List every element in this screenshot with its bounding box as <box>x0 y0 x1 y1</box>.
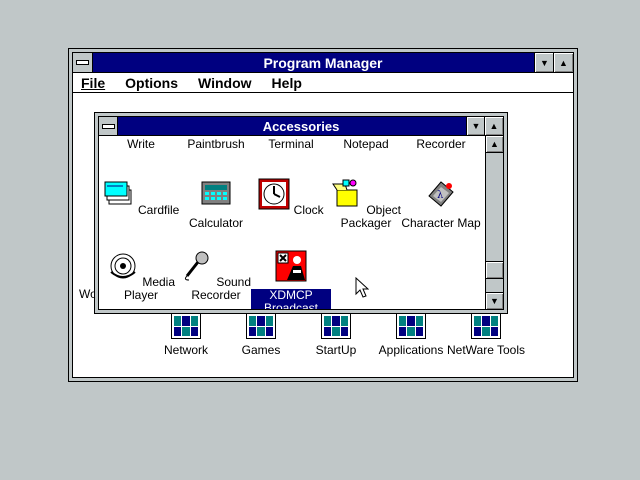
app-cardfile[interactable]: Cardfile <box>101 178 181 217</box>
arrow-up-icon: ▲ <box>490 139 499 149</box>
app-recorder[interactable]: Recorder <box>401 138 481 151</box>
program-group-icon <box>471 313 501 339</box>
menu-options[interactable]: Options <box>125 75 178 91</box>
maximize-button[interactable]: ▲ <box>553 53 573 72</box>
app-label: Write <box>127 137 155 151</box>
arrow-down-icon: ▼ <box>490 296 499 306</box>
app-label: Character Map <box>401 216 481 230</box>
window-title: Program Manager <box>263 54 383 71</box>
app-character-map[interactable]: λ Character Map <box>401 178 481 230</box>
vertical-scrollbar[interactable]: ▲ ▼ <box>485 136 503 309</box>
app-label: Paintbrush <box>187 137 245 151</box>
app-notepad[interactable]: Notepad <box>326 138 406 151</box>
group-netware-tools[interactable]: NetWare Tools <box>441 313 531 357</box>
maximize-icon: ▲ <box>489 121 499 131</box>
group-label: StartUp <box>315 343 357 357</box>
program-group-icon <box>396 313 426 339</box>
clock-icon <box>258 178 290 210</box>
media-player-icon <box>110 253 136 279</box>
package-icon <box>332 179 358 207</box>
minimize-icon: ▼ <box>540 57 549 68</box>
scroll-thumb[interactable] <box>486 261 503 279</box>
program-group-icon <box>246 313 276 339</box>
maximize-icon: ▲ <box>559 57 568 68</box>
minimize-button[interactable]: ▼ <box>534 53 554 72</box>
app-label: XDMCP Broadcast <box>251 289 331 309</box>
app-object-packager[interactable]: Object Packager <box>326 178 406 230</box>
group-label: Games <box>241 343 281 357</box>
system-menu-button[interactable] <box>99 117 118 135</box>
program-manager-titlebar[interactable]: Program Manager ▼ ▲ <box>73 53 573 73</box>
menu-window[interactable]: Window <box>198 75 252 91</box>
scroll-up-button[interactable]: ▲ <box>486 136 503 153</box>
app-label: Clock <box>293 203 324 217</box>
app-label: Notepad <box>343 137 389 151</box>
menu-bar: File Options Window Help <box>73 73 573 93</box>
app-write[interactable]: Write <box>101 138 181 151</box>
xdmcp-icon <box>275 250 307 282</box>
system-menu-icon <box>76 60 89 65</box>
group-label: Network <box>163 343 208 357</box>
menu-file[interactable]: File <box>81 75 105 91</box>
scroll-down-button[interactable]: ▼ <box>486 292 503 309</box>
program-group-icon <box>171 313 201 339</box>
app-paintbrush[interactable]: Paintbrush <box>176 138 256 151</box>
app-media-player[interactable]: Media Player <box>101 250 181 302</box>
minimize-button[interactable]: ▼ <box>466 117 485 135</box>
window-title: Accessories <box>262 118 340 134</box>
svg-text:λ: λ <box>437 190 444 201</box>
system-menu-icon <box>101 123 115 129</box>
group-label: Applications <box>378 343 444 357</box>
group-label: NetWare Tools <box>446 343 526 357</box>
accessories-window[interactable]: Accessories ▼ ▲ Write Paintbrush Termina… <box>94 112 508 314</box>
app-terminal[interactable]: Terminal <box>251 138 331 151</box>
app-clock[interactable]: Clock <box>251 178 331 217</box>
app-label: Terminal <box>268 137 314 151</box>
app-xdmcp-broadcast[interactable]: XDMCP Broadcast <box>251 250 331 309</box>
menu-help[interactable]: Help <box>272 75 302 91</box>
cardfile-icon <box>104 181 132 205</box>
accessories-titlebar[interactable]: Accessories ▼ ▲ <box>99 117 503 136</box>
app-calculator[interactable]: Calculator <box>176 178 256 230</box>
character-map-icon: λ <box>428 181 454 207</box>
app-sound-recorder[interactable]: Sound Recorder <box>176 250 256 302</box>
app-label: Recorder <box>416 137 466 151</box>
program-group-icon <box>321 313 351 339</box>
app-label: Calculator <box>188 216 244 230</box>
mouse-pointer-icon <box>355 277 369 298</box>
system-menu-button[interactable] <box>73 53 93 72</box>
microphone-icon <box>184 251 209 281</box>
minimize-icon: ▼ <box>471 121 481 131</box>
accessories-content: Write Paintbrush Terminal Notepad Record… <box>99 136 485 309</box>
app-label: Cardfile <box>137 203 180 217</box>
calculator-icon <box>201 181 231 205</box>
maximize-button[interactable]: ▲ <box>484 117 503 135</box>
